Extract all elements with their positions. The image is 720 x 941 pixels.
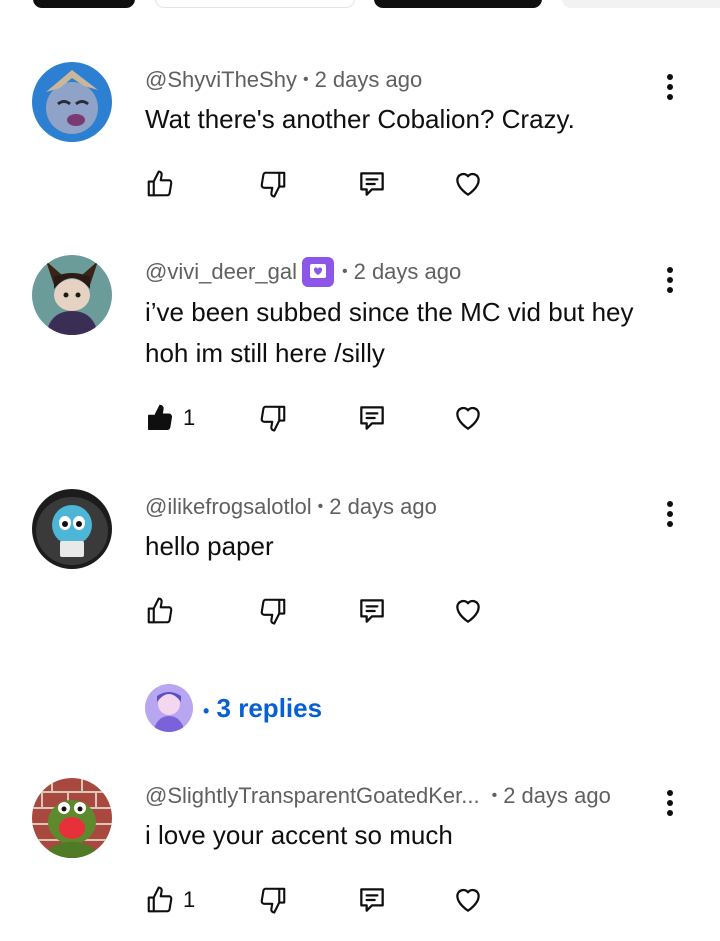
- dislike-button[interactable]: [258, 166, 288, 202]
- avatar[interactable]: [32, 778, 112, 858]
- replies-separator: •: [203, 700, 210, 721]
- reply-button[interactable]: [356, 400, 388, 436]
- heart-icon: [456, 406, 480, 430]
- meta-separator: •: [302, 71, 309, 88]
- reply-button[interactable]: [356, 166, 388, 202]
- dislike-button[interactable]: [258, 593, 288, 629]
- heart-icon: [456, 172, 480, 196]
- comment-actions: [0, 593, 720, 629]
- comment-meta: @ShyviTheShy • 2 days ago: [145, 65, 422, 95]
- avatar[interactable]: [32, 489, 112, 569]
- more-vert-icon[interactable]: [660, 499, 680, 529]
- avatar[interactable]: [32, 255, 112, 335]
- heart-button[interactable]: [452, 593, 484, 629]
- like-count: 1: [183, 405, 196, 430]
- thumbs-down-icon: [260, 598, 286, 625]
- comment-author[interactable]: @ilikefrogsalotlol: [145, 494, 312, 520]
- comment-time[interactable]: 2 days ago: [315, 67, 423, 93]
- thumbs-up-filled-icon: [148, 404, 172, 430]
- comment-icon: [360, 888, 384, 912]
- filter-chips-row: [0, 0, 720, 8]
- comment-time[interactable]: 2 days ago: [329, 494, 437, 520]
- like-button[interactable]: [145, 593, 175, 629]
- dislike-button[interactable]: [258, 882, 288, 918]
- more-vert-icon[interactable]: [660, 265, 680, 295]
- more-vert-icon[interactable]: [660, 72, 680, 102]
- like-count: 1: [183, 887, 196, 912]
- like-button[interactable]: 1: [145, 882, 195, 918]
- comment-icon: [360, 406, 384, 430]
- comment-meta: @ilikefrogsalotlol • 2 days ago: [145, 492, 437, 522]
- filter-chip[interactable]: [562, 0, 720, 8]
- comment-actions: 1: [0, 400, 720, 436]
- reply-avatar: [145, 684, 193, 732]
- meta-separator: •: [317, 498, 324, 515]
- heart-icon: [456, 888, 480, 912]
- comment-text: i love your accent so much: [145, 820, 453, 850]
- comment-author[interactable]: @ShyviTheShy: [145, 67, 297, 93]
- reply-button[interactable]: [356, 593, 388, 629]
- filter-chip[interactable]: [374, 0, 542, 8]
- comment-time[interactable]: 2 days ago: [503, 783, 611, 809]
- dislike-button[interactable]: [258, 400, 288, 436]
- like-button[interactable]: [145, 166, 175, 202]
- comment-time[interactable]: 2 days ago: [354, 259, 462, 285]
- comment-icon: [360, 172, 384, 196]
- heart-button[interactable]: [452, 400, 484, 436]
- thumbs-down-icon: [260, 405, 286, 432]
- comment-author[interactable]: @SlightlyTransparentGoatedKer...: [145, 783, 480, 809]
- comment-author[interactable]: @vivi_deer_gal: [145, 259, 297, 285]
- filter-chip[interactable]: [155, 0, 355, 8]
- comment-actions: [0, 166, 720, 202]
- thumbs-up-icon: [147, 597, 173, 624]
- heart-button[interactable]: [452, 166, 484, 202]
- comment-actions: 1: [0, 882, 720, 918]
- meta-separator: •: [341, 263, 348, 280]
- comment-meta: @vivi_deer_gal • 2 days ago: [145, 257, 461, 287]
- member-badge: [301, 257, 334, 287]
- heart-button[interactable]: [452, 882, 484, 918]
- reply-button[interactable]: [356, 882, 388, 918]
- thumbs-down-icon: [260, 171, 286, 198]
- replies-count-label[interactable]: • 3 replies: [203, 693, 322, 724]
- thumbs-up-icon: [147, 886, 173, 913]
- heart-badge-icon: [309, 264, 326, 278]
- meta-separator: •: [491, 787, 498, 804]
- comment-text: hello paper: [145, 531, 274, 561]
- more-vert-icon[interactable]: [660, 788, 680, 818]
- heart-icon: [456, 599, 480, 623]
- comment-meta: @SlightlyTransparentGoatedKer... • 2 day…: [145, 781, 611, 811]
- like-button[interactable]: 1: [145, 400, 195, 436]
- avatar[interactable]: [32, 62, 112, 142]
- view-replies-button[interactable]: • 3 replies: [145, 684, 322, 732]
- comment-icon: [360, 599, 384, 623]
- comment-text: i’ve been subbed since the MC vid but he…: [145, 297, 634, 368]
- replies-label: 3 replies: [216, 692, 323, 723]
- thumbs-down-icon: [260, 887, 286, 914]
- comment-text: Wat there's another Cobalion? Crazy.: [145, 104, 575, 134]
- thumbs-up-icon: [147, 170, 173, 197]
- filter-chip[interactable]: [33, 0, 135, 8]
